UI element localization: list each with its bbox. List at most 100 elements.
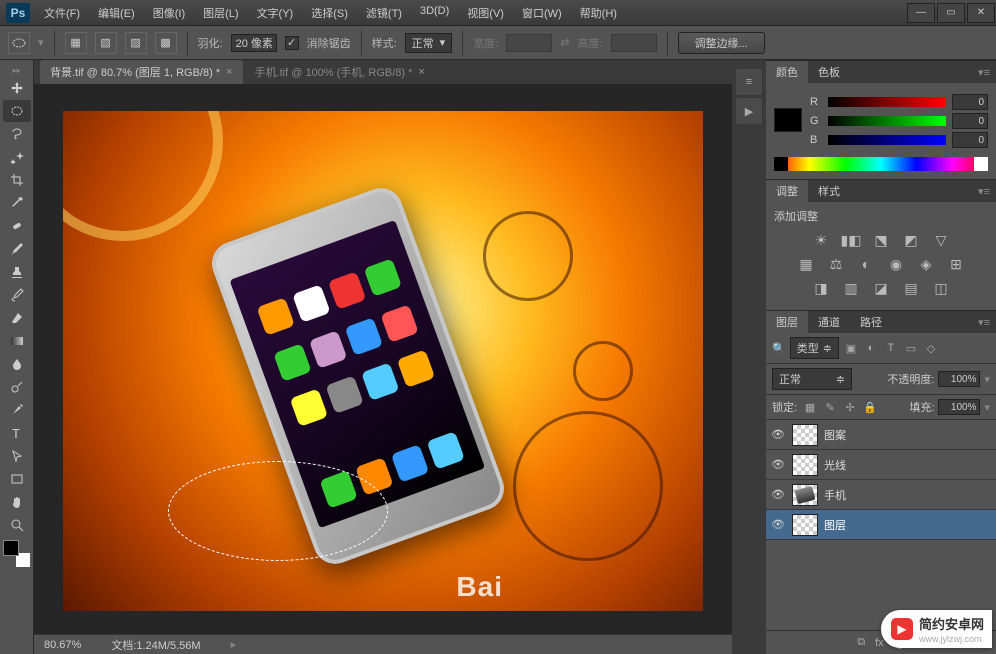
lock-position-icon[interactable]: ✢ [843,400,857,414]
layer-name[interactable]: 图案 [824,427,992,443]
menu-select[interactable]: 选择(S) [303,1,356,25]
navigator-icon[interactable]: ▶ [736,98,762,124]
zoom-tool[interactable] [3,514,31,536]
layer-thumb[interactable] [792,514,818,536]
close-icon[interactable]: × [418,66,424,78]
layer-row[interactable]: 👁光线 [766,450,996,480]
invert-icon[interactable]: ◨ [812,280,830,296]
selective-icon[interactable]: ◫ [932,280,950,296]
stamp-tool[interactable] [3,261,31,283]
gradient-tool[interactable] [3,330,31,352]
levels-icon[interactable]: ▮◧ [842,232,860,248]
filter-type-icon[interactable]: T [883,340,899,356]
layer-thumb[interactable] [792,454,818,476]
menu-window[interactable]: 窗口(W) [514,1,570,25]
curves-icon[interactable]: ⬔ [872,232,890,248]
adjustments-tab[interactable]: 调整 [766,180,808,202]
style-dropdown[interactable]: 正常▾ [405,33,453,53]
lock-pixels-icon[interactable]: ✎ [823,400,837,414]
filter-shape-icon[interactable]: ▭ [903,340,919,356]
lock-transparent-icon[interactable]: ▦ [803,400,817,414]
fx-icon[interactable]: fx [875,637,884,649]
path-select-tool[interactable] [3,445,31,467]
type-tool[interactable]: T [3,422,31,444]
color-tab[interactable]: 颜色 [766,61,808,83]
styles-tab[interactable]: 样式 [808,180,850,202]
layer-name[interactable]: 光线 [824,457,992,473]
filter-adjust-icon[interactable]: ◐ [863,340,879,356]
swatches-tab[interactable]: 色板 [808,61,850,83]
panel-menu-icon[interactable]: ▾≡ [972,185,996,198]
menu-view[interactable]: 视图(V) [459,1,512,25]
visibility-icon[interactable]: 👁 [770,428,786,441]
b-input[interactable] [952,132,988,148]
minimize-button[interactable]: — [907,3,935,23]
shape-tool[interactable] [3,468,31,490]
g-slider[interactable] [828,116,946,126]
layer-row[interactable]: 👁 图案 [766,420,996,450]
quick-select-tool[interactable] [3,146,31,168]
gradient-map-icon[interactable]: ▤ [902,280,920,296]
layer-row[interactable]: 👁 手机 [766,480,996,510]
b-slider[interactable] [828,135,946,145]
exposure-icon[interactable]: ◩ [902,232,920,248]
close-icon[interactable]: × [226,66,232,78]
mixer-icon[interactable]: ◈ [917,256,935,272]
feather-input[interactable] [231,34,277,52]
spectrum-bar[interactable] [774,157,988,171]
hand-tool[interactable] [3,491,31,513]
doc-tab-active[interactable]: 背景.tif @ 80.7% (图层 1, RGB/8) *× [40,60,243,84]
r-input[interactable] [952,94,988,110]
channels-tab[interactable]: 通道 [808,311,850,333]
selection-intersect-icon[interactable]: ▩ [155,32,177,54]
brush-tool[interactable] [3,238,31,260]
canvas[interactable]: Bai [63,111,703,611]
layer-thumb[interactable] [792,484,818,506]
crop-tool[interactable] [3,169,31,191]
link-layers-icon[interactable]: ⧉ [857,636,865,649]
photo-filter-icon[interactable]: ◉ [887,256,905,272]
antialias-checkbox[interactable]: ✓ [285,36,299,50]
visibility-icon[interactable]: 👁 [770,488,786,501]
filter-pixel-icon[interactable]: ▣ [843,340,859,356]
selection-subtract-icon[interactable]: ▨ [125,32,147,54]
lookup-icon[interactable]: ⊞ [947,256,965,272]
layer-thumb[interactable] [792,424,818,446]
history-brush-tool[interactable] [3,284,31,306]
balance-icon[interactable]: ⚖ [827,256,845,272]
fg-color[interactable] [3,540,19,556]
doc-info[interactable]: 文档:1.24M/5.56M [111,637,200,653]
layers-tab[interactable]: 图层 [766,311,808,333]
doc-tab-inactive[interactable]: 手机.tif @ 100% (手机, RGB/8) *× [245,60,435,84]
r-slider[interactable] [828,97,946,107]
marquee-ellipse-icon[interactable] [8,32,30,54]
pen-tool[interactable] [3,399,31,421]
bw-icon[interactable]: ◐ [857,256,875,272]
menu-edit[interactable]: 编辑(E) [90,1,143,25]
layer-row-selected[interactable]: 👁 图层 [766,510,996,540]
menu-filter[interactable]: 滤镜(T) [358,1,410,25]
maximize-button[interactable]: ▭ [937,3,965,23]
canvas-area[interactable]: Bai [34,84,732,634]
layer-name[interactable]: 图层 [824,517,992,533]
layer-name[interactable]: 手机 [824,487,992,503]
menu-3d[interactable]: 3D(D) [412,1,457,25]
brightness-icon[interactable]: ☀ [812,232,830,248]
opacity-input[interactable] [938,371,980,387]
healing-tool[interactable] [3,215,31,237]
paths-tab[interactable]: 路径 [850,311,892,333]
lasso-tool[interactable] [3,123,31,145]
selection-new-icon[interactable]: ▦ [65,32,87,54]
menu-file[interactable]: 文件(F) [36,1,88,25]
marquee-tool[interactable] [3,100,31,122]
dodge-tool[interactable] [3,376,31,398]
menu-type[interactable]: 文字(Y) [249,1,302,25]
move-tool[interactable] [3,77,31,99]
eyedropper-tool[interactable] [3,192,31,214]
visibility-icon[interactable]: 👁 [770,518,786,531]
panel-color-swatches[interactable] [774,89,802,151]
menu-image[interactable]: 图像(I) [145,1,193,25]
blend-mode-dropdown[interactable]: 正常≑ [772,368,852,390]
panel-menu-icon[interactable]: ▾≡ [972,66,996,79]
g-input[interactable] [952,113,988,129]
